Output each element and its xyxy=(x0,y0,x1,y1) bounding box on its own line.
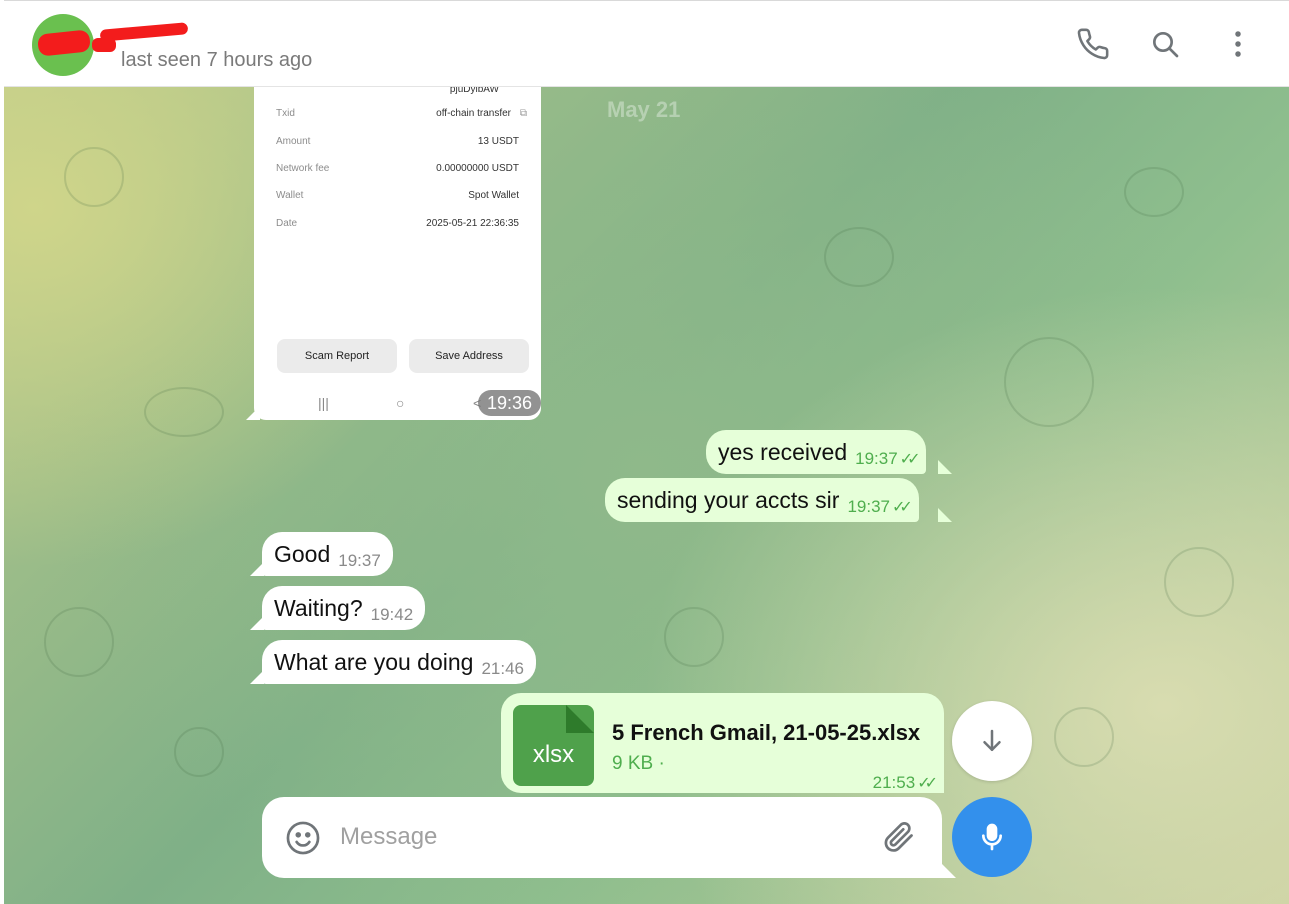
read-checkmarks-icon: ✓✓ xyxy=(899,451,921,468)
read-checkmarks-icon: ✓✓ xyxy=(917,775,938,792)
detail-value: off-chain transfer xyxy=(436,108,511,119)
xlsx-file-icon[interactable]: xlsx xyxy=(513,705,594,786)
scam-report-button: Scam Report xyxy=(277,339,397,373)
phone-icon xyxy=(1077,28,1109,60)
incoming-message[interactable]: What are you doing 21:46 xyxy=(262,640,536,684)
message-time: 19:37 xyxy=(855,449,898,468)
detail-row: Network fee 0.00000000 USDT xyxy=(266,163,529,177)
more-options-button[interactable] xyxy=(1220,26,1256,62)
detail-row: Wallet Spot Wallet xyxy=(266,190,529,204)
message-time: 19:42 xyxy=(370,605,414,624)
message-input[interactable] xyxy=(340,817,860,857)
file-message[interactable]: xlsx 5 French Gmail, 21-05-25.xlsx 9 KB … xyxy=(501,693,944,793)
incoming-message[interactable]: Waiting? 19:42 xyxy=(262,586,426,630)
file-name: 5 French Gmail, 21-05-25.xlsx xyxy=(612,720,921,745)
background-doodle xyxy=(664,607,724,667)
message-text: sending your accts sir xyxy=(617,486,840,513)
background-doodle xyxy=(1164,547,1234,617)
more-vertical-icon xyxy=(1235,31,1241,57)
message-meta: 21:53 ✓✓ xyxy=(872,773,938,793)
message-time: 21:46 xyxy=(481,659,524,678)
contact-name-redacted xyxy=(92,38,116,52)
detail-key: Network fee xyxy=(276,163,330,174)
message-text: yes received xyxy=(718,438,848,465)
incoming-message[interactable]: Good 19:37 xyxy=(262,532,393,576)
save-address-button: Save Address xyxy=(409,339,529,373)
telegram-chat-window: last seen 7 hours ago May 21 pjuDyibAW T… xyxy=(4,0,1289,904)
message-composer xyxy=(262,797,942,878)
message-time: 19:36 xyxy=(478,390,542,416)
avatar[interactable] xyxy=(32,14,94,76)
attach-button[interactable] xyxy=(880,819,918,857)
background-doodle xyxy=(44,607,114,677)
recent-apps-icon: ||| xyxy=(318,395,329,411)
background-doodle xyxy=(144,387,224,437)
background-doodle xyxy=(1124,167,1184,217)
transaction-screenshot: pjuDyibAW Txid off-chain transfer ⧉ Amou… xyxy=(266,84,529,411)
microphone-icon xyxy=(982,823,1002,851)
detail-row: Txid off-chain transfer ⧉ xyxy=(266,108,529,122)
file-fold xyxy=(566,705,594,733)
arrow-down-icon xyxy=(983,729,1001,751)
background-doodle xyxy=(64,147,124,207)
date-separator: May 21 xyxy=(607,97,681,122)
copy-icon: ⧉ xyxy=(519,108,527,119)
message-text: Good xyxy=(274,540,331,567)
search-button[interactable] xyxy=(1147,26,1183,62)
detail-value: Spot Wallet xyxy=(468,190,519,201)
detail-row: Date 2025-05-21 22:36:35 xyxy=(266,218,529,232)
last-seen-status: last seen 7 hours ago xyxy=(121,49,313,71)
home-icon: ○ xyxy=(396,395,405,411)
background-doodle xyxy=(1004,337,1094,427)
background-doodle xyxy=(1054,707,1114,767)
detail-key: Txid xyxy=(276,108,295,119)
image-message[interactable]: pjuDyibAW Txid off-chain transfer ⧉ Amou… xyxy=(254,84,541,420)
detail-value: 0.00000000 USDT xyxy=(436,163,519,174)
search-icon xyxy=(1153,32,1179,58)
message-time: 19:37 xyxy=(847,497,890,516)
message-text: What are you doing xyxy=(274,648,474,675)
outgoing-message[interactable]: sending your accts sir 19:37 ✓✓ xyxy=(605,478,919,522)
call-button[interactable] xyxy=(1075,26,1111,62)
background-doodle xyxy=(174,727,224,777)
background-doodle xyxy=(824,227,894,287)
detail-key: Wallet xyxy=(276,190,304,201)
emoji-icon xyxy=(286,821,320,855)
read-checkmarks-icon: ✓✓ xyxy=(891,499,913,516)
redaction-mark xyxy=(36,29,92,57)
message-text: Waiting? xyxy=(274,594,363,621)
detail-key: Date xyxy=(276,218,298,229)
outgoing-message[interactable]: yes received 19:37 ✓✓ xyxy=(706,430,927,474)
voice-record-button[interactable] xyxy=(952,797,1032,877)
detail-key: Amount xyxy=(276,136,311,147)
detail-row: Amount 13 USDT xyxy=(266,136,529,150)
detail-value: 2025-05-21 22:36:35 xyxy=(426,218,519,229)
message-time: 19:37 xyxy=(338,551,381,570)
chat-header: last seen 7 hours ago xyxy=(4,2,1289,87)
file-extension: xlsx xyxy=(532,741,575,768)
message-time: 21:53 xyxy=(872,773,916,792)
paperclip-icon xyxy=(884,822,913,852)
scroll-to-bottom-button[interactable] xyxy=(952,701,1032,781)
detail-value: 13 USDT xyxy=(477,136,519,147)
emoji-button[interactable] xyxy=(284,819,322,857)
file-size: 9 KB · xyxy=(612,753,665,774)
